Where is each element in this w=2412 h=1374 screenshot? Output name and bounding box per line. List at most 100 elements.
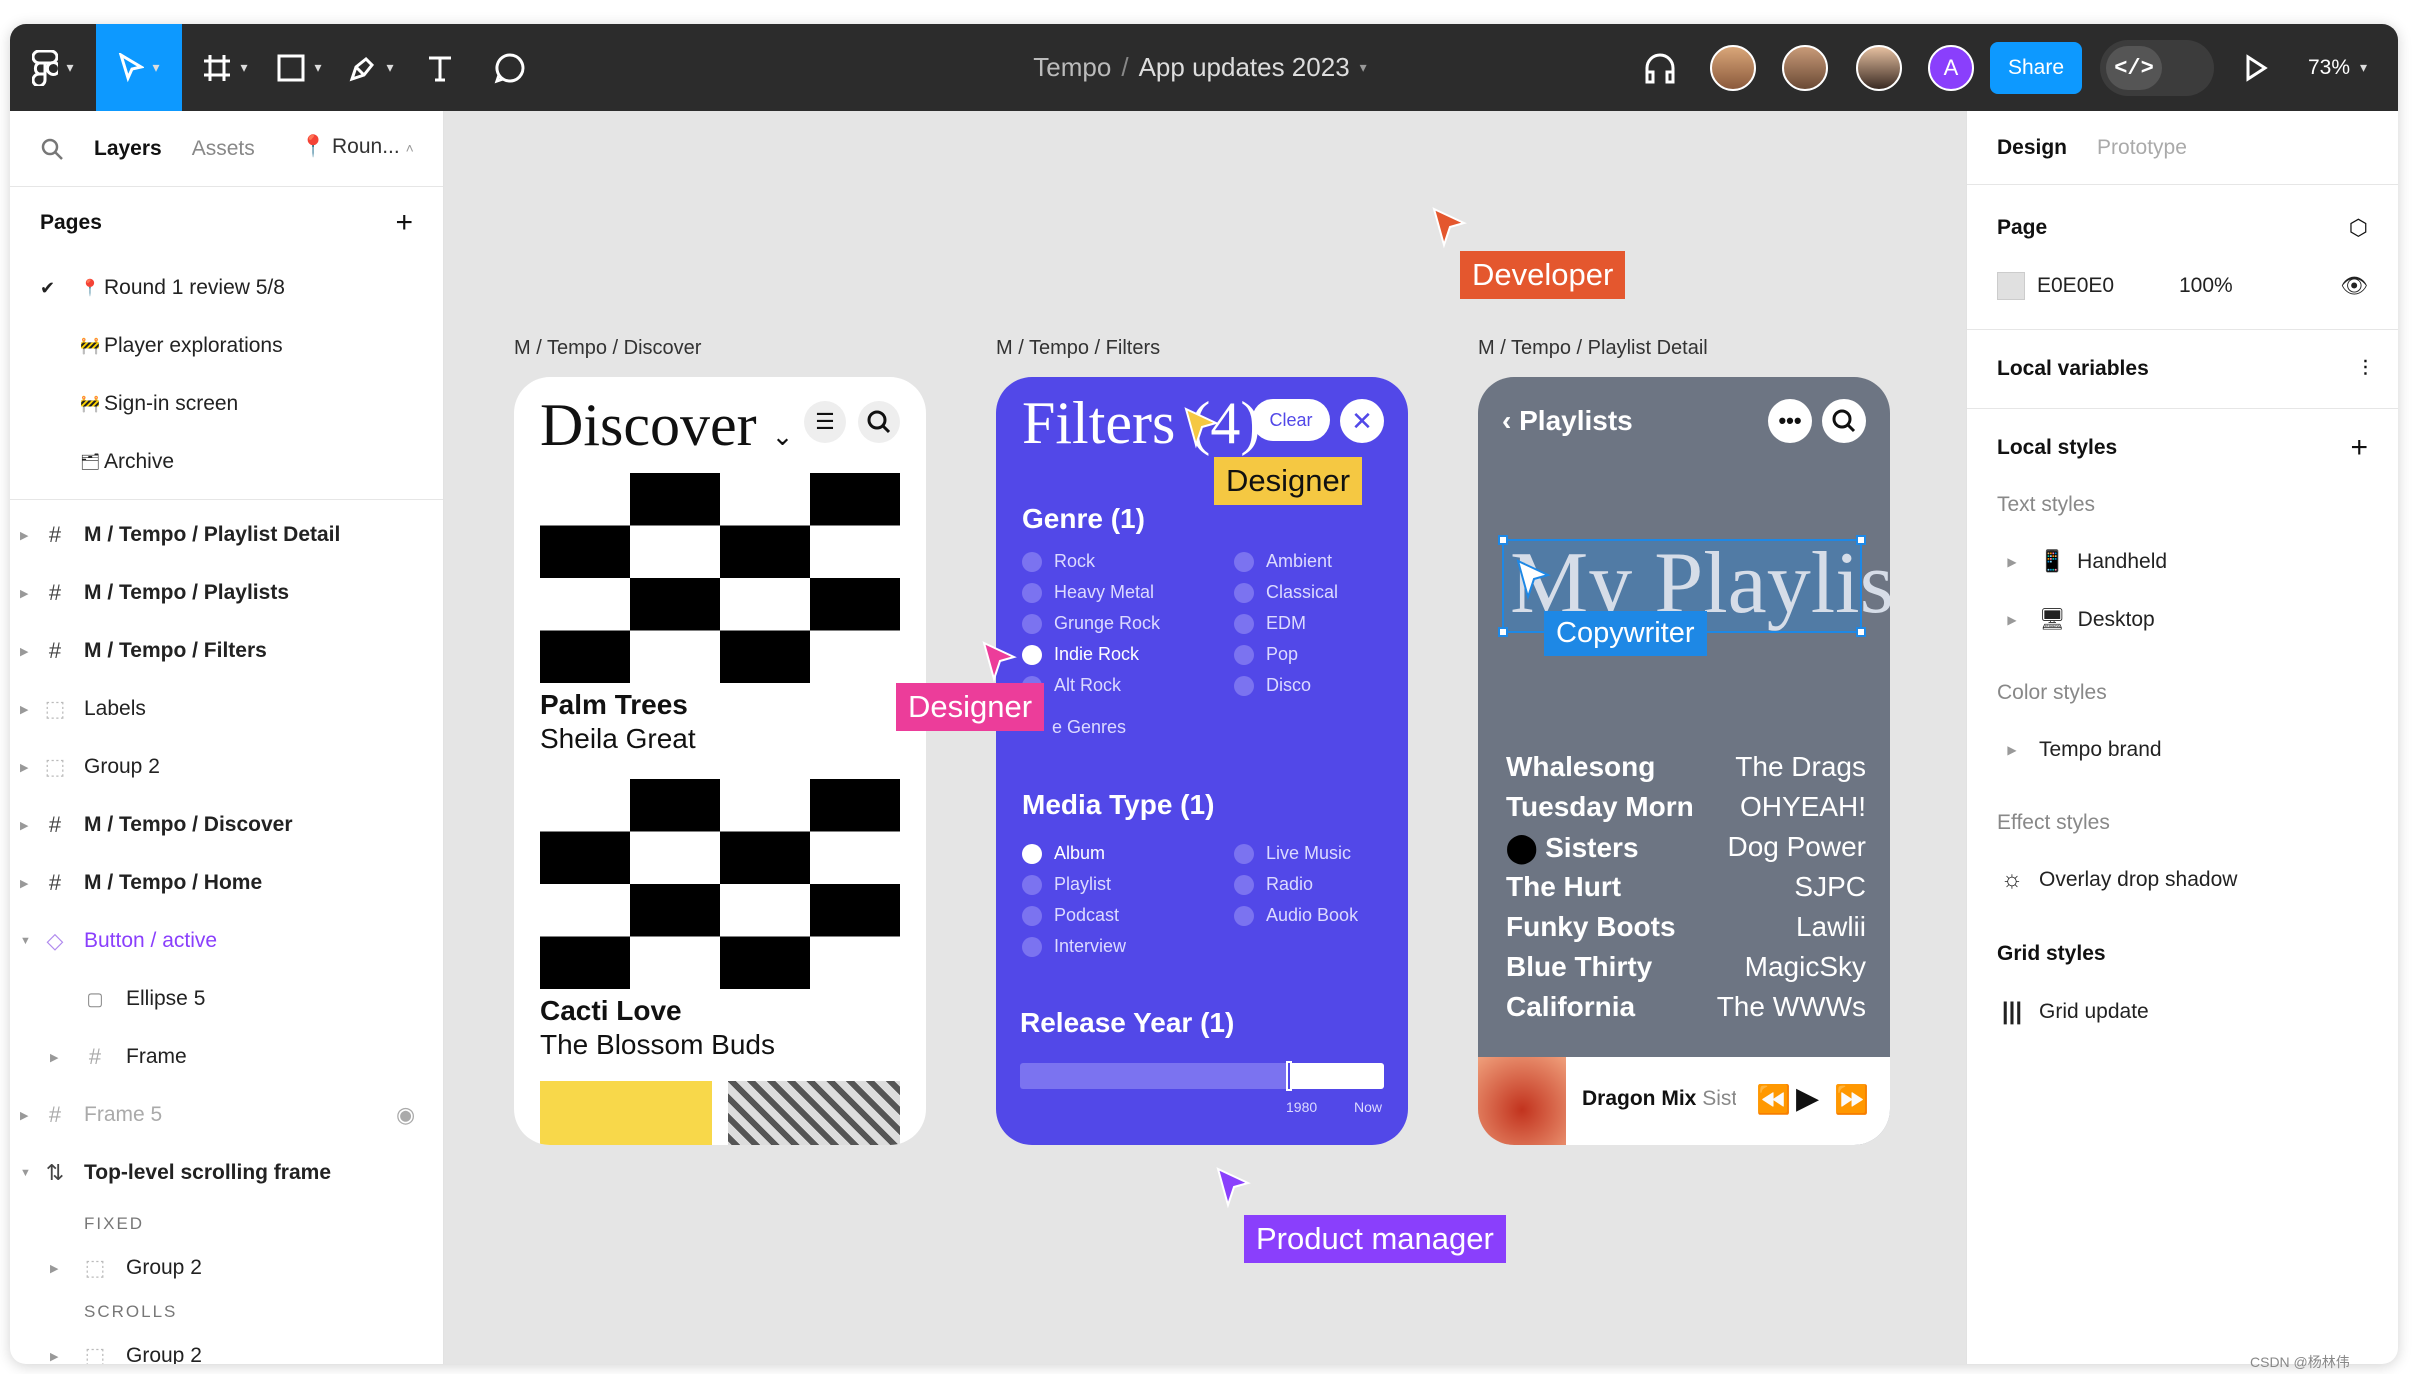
- expand-arrow-icon[interactable]: ▶: [50, 1262, 58, 1275]
- genre-option[interactable]: Indie Rock: [1022, 644, 1139, 666]
- mini-player[interactable]: Dragon Mix Siste ⏪ ▶ ⏩: [1478, 1057, 1890, 1145]
- genre-option[interactable]: Classical: [1234, 582, 1338, 604]
- genre-option[interactable]: EDM: [1234, 613, 1306, 635]
- text-tool-button[interactable]: [410, 24, 470, 111]
- frame-tool-button[interactable]: ▾: [190, 24, 260, 111]
- layer-row[interactable]: ▶ # M / Tempo / Filters: [10, 622, 443, 680]
- more-genres-link[interactable]: e Genres: [1052, 717, 1126, 738]
- layer-row[interactable]: ▼ ⇅ Top-level scrolling frame: [10, 1144, 443, 1202]
- expand-arrow-icon[interactable]: ▶: [1997, 613, 2027, 627]
- radio-button[interactable]: [1234, 844, 1254, 865]
- radio-button[interactable]: [1022, 844, 1042, 865]
- track-row[interactable]: Funky Boots Lawlii: [1506, 911, 1866, 943]
- back-link[interactable]: ‹ Playlists: [1502, 405, 1633, 437]
- expand-arrow-icon[interactable]: ▼: [20, 1167, 31, 1179]
- visibility-eye-icon[interactable]: ◉: [396, 1102, 415, 1128]
- discover-frame[interactable]: Discover ⌄ ☰ Palm Trees Sheila Great Cac…: [514, 377, 926, 1145]
- radio-button[interactable]: [1022, 645, 1042, 666]
- track-row[interactable]: Tuesday Morn OHYEAH!: [1506, 791, 1866, 823]
- expand-arrow-icon[interactable]: ▶: [20, 529, 28, 542]
- layer-row[interactable]: ▶ # M / Tempo / Discover: [10, 796, 443, 854]
- dev-mode-toggle[interactable]: </>: [2100, 40, 2214, 96]
- current-page-pill[interactable]: 📍 Roun... ˄: [300, 135, 414, 159]
- layer-row[interactable]: ▶ # M / Tempo / Playlist Detail: [10, 506, 443, 564]
- radio-button[interactable]: [1022, 875, 1042, 896]
- sliders-icon[interactable]: ⫶: [2362, 356, 2368, 382]
- clear-button[interactable]: Clear: [1252, 399, 1330, 441]
- media-option[interactable]: Interview: [1022, 936, 1126, 958]
- tab-design[interactable]: Design: [1997, 136, 2067, 160]
- expand-arrow-icon[interactable]: ▶: [20, 587, 28, 600]
- more-options-icon[interactable]: •••: [1768, 399, 1812, 443]
- rewind-icon[interactable]: ⏪: [1756, 1083, 1791, 1116]
- fast-forward-icon[interactable]: ⏩: [1834, 1083, 1869, 1116]
- document-title[interactable]: Tempo / App updates 2023 ▾: [1010, 24, 1390, 111]
- genre-option[interactable]: Disco: [1234, 675, 1311, 697]
- pen-tool-button[interactable]: ▾: [336, 24, 406, 111]
- style-item[interactable]: ||| Grid update: [1997, 983, 2368, 1041]
- layer-row[interactable]: ▼ ◇ Button / active: [10, 912, 443, 970]
- resize-handle[interactable]: [1498, 535, 1508, 545]
- page-item[interactable]: 🗂 Archive: [10, 433, 443, 491]
- share-button[interactable]: Share: [1990, 42, 2082, 94]
- layer-row[interactable]: ▶ ⬚ Group 2: [10, 1334, 443, 1364]
- radio-button[interactable]: [1234, 552, 1254, 573]
- layer-row[interactable]: ▶ ⬚ Labels: [10, 680, 443, 738]
- layer-row[interactable]: ▶ # M / Tempo / Home: [10, 854, 443, 912]
- radio-button[interactable]: [1234, 875, 1254, 896]
- play-icon[interactable]: ▶: [1796, 1081, 1819, 1116]
- expand-arrow-icon[interactable]: ▶: [20, 761, 28, 774]
- radio-button[interactable]: [1022, 937, 1042, 958]
- expand-arrow-icon[interactable]: ▼: [20, 935, 31, 947]
- radio-button[interactable]: [1234, 645, 1254, 666]
- search-button[interactable]: [858, 401, 900, 443]
- canvas[interactable]: M / Tempo / Discover M / Tempo / Filters…: [444, 111, 1966, 1364]
- expand-arrow-icon[interactable]: ▶: [20, 819, 28, 832]
- media-option[interactable]: Radio: [1234, 874, 1313, 896]
- avatar[interactable]: A: [1928, 45, 1974, 91]
- tab-assets[interactable]: Assets: [192, 137, 255, 161]
- genre-option[interactable]: Ambient: [1234, 551, 1332, 573]
- year-range-slider[interactable]: [1020, 1061, 1384, 1091]
- genre-option[interactable]: Heavy Metal: [1022, 582, 1154, 604]
- zoom-menu[interactable]: 73% ▾: [2308, 24, 2367, 111]
- layer-row[interactable]: ▢ Ellipse 5: [10, 970, 443, 1028]
- project-name[interactable]: Tempo: [1033, 52, 1111, 83]
- radio-button[interactable]: [1234, 614, 1254, 635]
- expand-arrow-icon[interactable]: ▶: [50, 1350, 58, 1363]
- radio-button[interactable]: [1022, 583, 1042, 604]
- add-style-icon[interactable]: +: [2350, 431, 2368, 465]
- layer-row[interactable]: ▶ # Frame 5 ◉: [10, 1086, 443, 1144]
- expand-arrow-icon[interactable]: ▶: [1997, 743, 2027, 757]
- genre-option[interactable]: Rock: [1022, 551, 1095, 573]
- comment-tool-button[interactable]: [480, 24, 540, 111]
- media-option[interactable]: Audio Book: [1234, 905, 1358, 927]
- media-option[interactable]: Podcast: [1022, 905, 1119, 927]
- track-row[interactable]: California The WWWs: [1506, 991, 1866, 1023]
- avatar[interactable]: [1856, 45, 1902, 91]
- genre-option[interactable]: Grunge Rock: [1022, 613, 1160, 635]
- expand-arrow-icon[interactable]: ▶: [20, 877, 28, 890]
- main-menu-button[interactable]: ▾: [10, 24, 96, 111]
- frame-label[interactable]: M / Tempo / Filters: [996, 337, 1160, 360]
- move-tool-button[interactable]: ▾: [96, 24, 182, 111]
- layer-row[interactable]: ▶ # Frame: [10, 1028, 443, 1086]
- frame-label[interactable]: M / Tempo / Playlist Detail: [1478, 337, 1708, 360]
- search-button[interactable]: [1822, 399, 1866, 443]
- radio-button[interactable]: [1022, 614, 1042, 635]
- page-item[interactable]: ✔ 📍 Round 1 review 5/8: [10, 259, 443, 317]
- layer-row[interactable]: ▶ ⬚ Group 2: [10, 1246, 443, 1290]
- media-option[interactable]: Album: [1022, 843, 1105, 865]
- slider-handle[interactable]: [1286, 1061, 1292, 1091]
- style-item[interactable]: ☼ Overlay drop shadow: [1997, 851, 2368, 909]
- page-fill-row[interactable]: E0E0E0 100% 👁: [1997, 257, 2368, 315]
- style-item[interactable]: ▶ Tempo brand: [1997, 721, 2368, 779]
- genre-option[interactable]: Pop: [1234, 644, 1298, 666]
- resize-handle[interactable]: [1856, 535, 1866, 545]
- tab-prototype[interactable]: Prototype: [2097, 136, 2187, 160]
- radio-button[interactable]: [1234, 583, 1254, 604]
- page-fill-hex[interactable]: E0E0E0: [2037, 274, 2167, 298]
- track-row[interactable]: The Hurt SJPC: [1506, 871, 1866, 903]
- page-item[interactable]: 🚧 Player explorations: [10, 317, 443, 375]
- file-name[interactable]: App updates 2023: [1139, 52, 1350, 83]
